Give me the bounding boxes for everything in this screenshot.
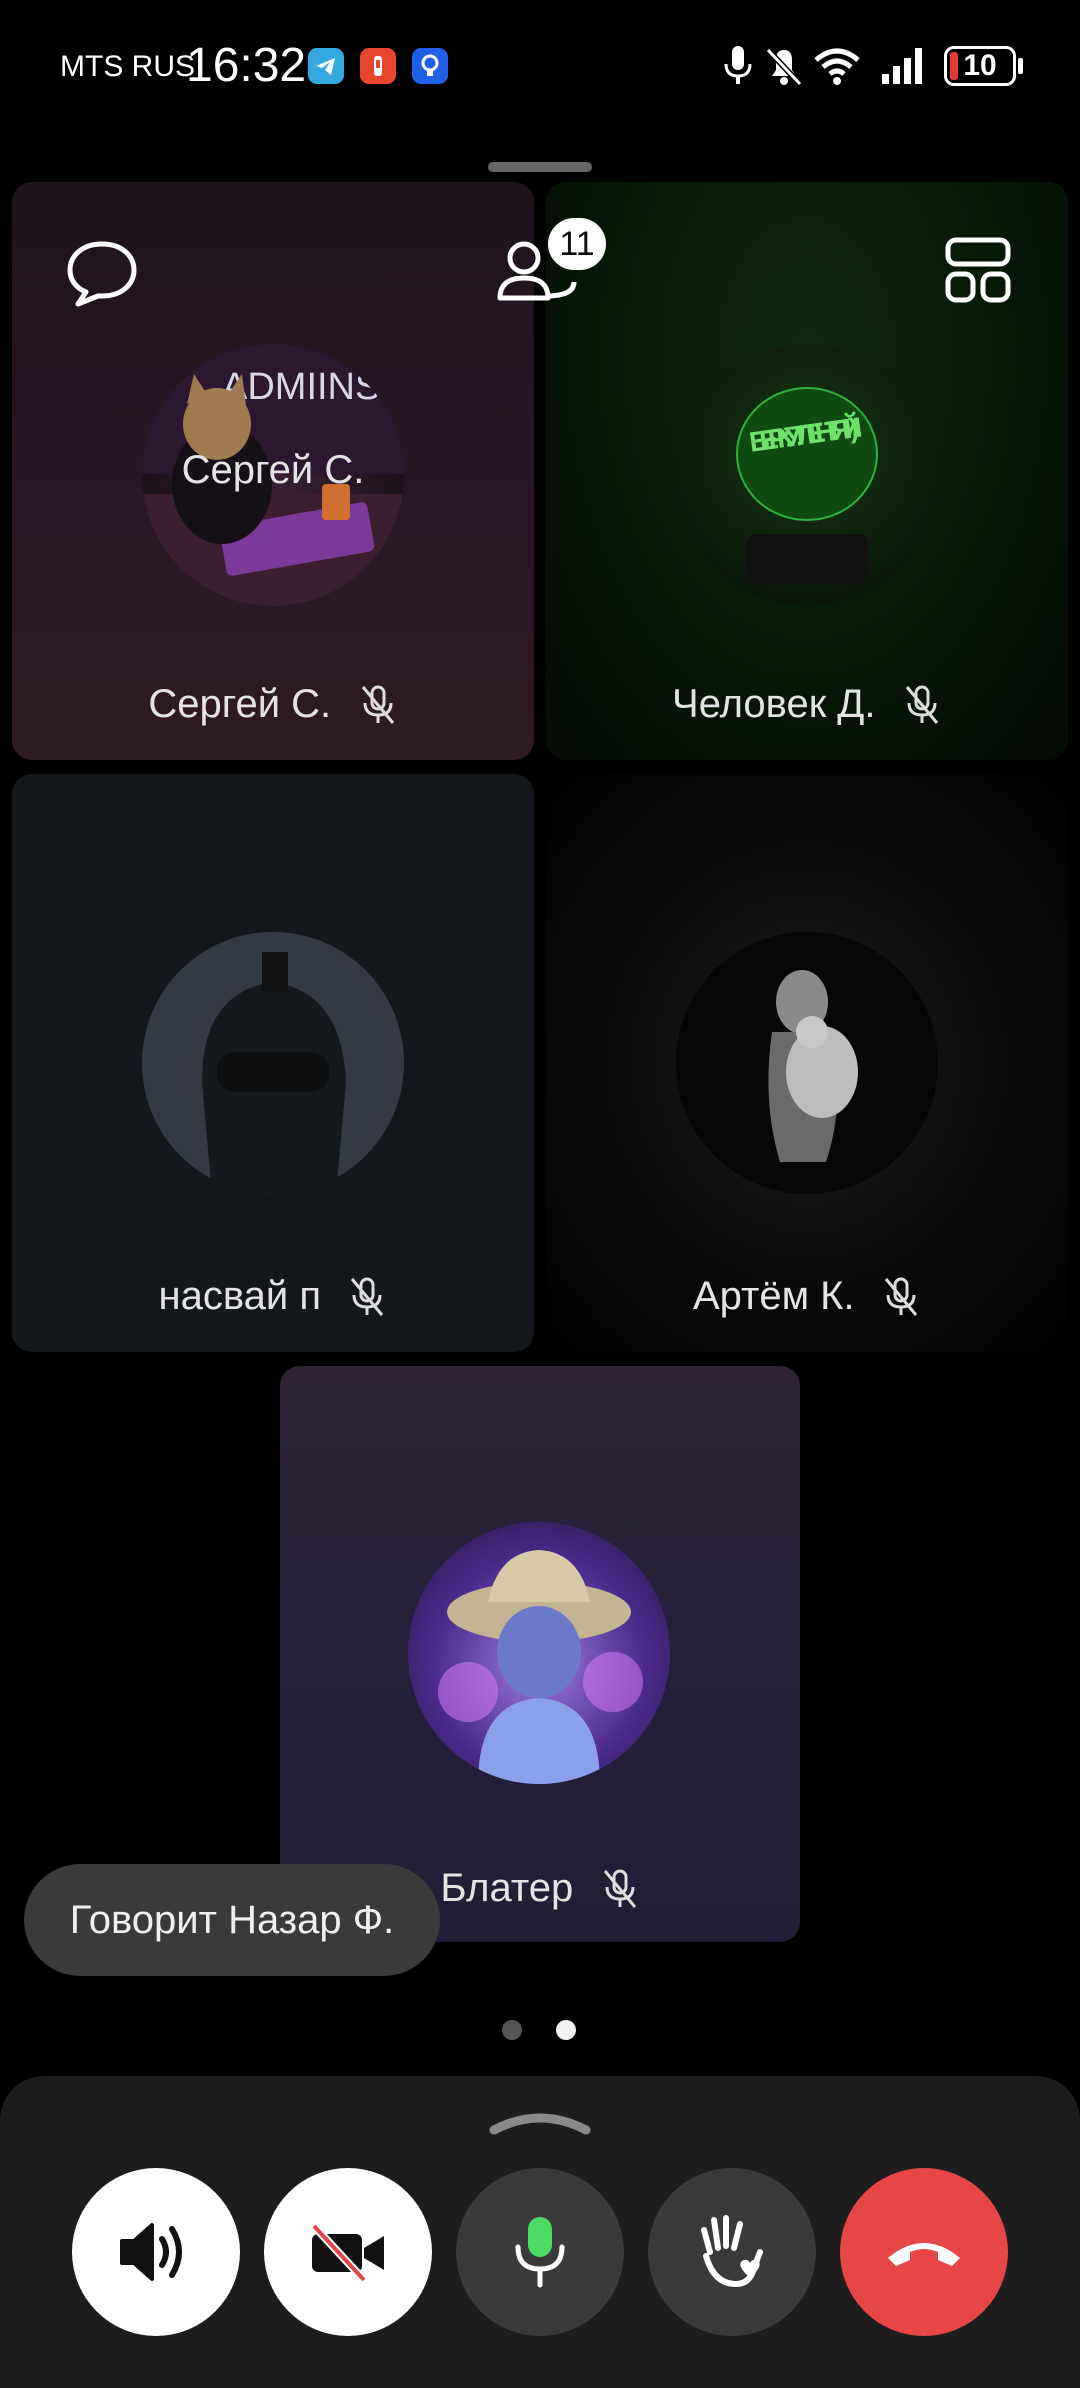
battery-tip: [1018, 58, 1023, 74]
participant-avatar: БЕРКУТ ЛЕНТЯЙ :): [676, 344, 938, 606]
grid-layout-icon[interactable]: [944, 236, 1012, 304]
mic-muted-icon: [351, 1277, 384, 1316]
participant-name: Сергей С.: [148, 682, 332, 726]
mic-muted-icon: [603, 1869, 636, 1908]
battery-level: 10: [963, 49, 997, 82]
bell-off-icon: [765, 47, 803, 87]
hand-heart-icon: [701, 2215, 763, 2287]
mic-muted-icon: [884, 1277, 918, 1316]
microphone-icon: [515, 2217, 565, 2288]
drag-handle[interactable]: [488, 162, 592, 172]
participant-tile[interactable]: [12, 774, 534, 1352]
status-bar: MTS RUS 16:32 10: [0, 0, 1080, 130]
microphone-button[interactable]: [456, 2168, 624, 2336]
speaking-indicator: Говорит Назар Ф.: [24, 1864, 440, 1976]
signal-icon: [882, 48, 922, 84]
chevron-up-icon[interactable]: [486, 2104, 594, 2136]
hang-up-icon: [888, 2243, 960, 2266]
page-dot[interactable]: [502, 2020, 522, 2040]
mic-muted-icon: [905, 685, 939, 724]
carrier-label: MTS RUS: [60, 50, 195, 83]
video-off-icon: [311, 2223, 384, 2283]
notification-app-icon: [360, 48, 396, 84]
participant-name-row: Сергей С.: [12, 446, 534, 493]
participant-name: Блатер: [440, 1866, 574, 1910]
participant-tile[interactable]: [280, 1366, 800, 1942]
battery-icon: 10: [944, 46, 1016, 86]
page-dot-active[interactable]: [556, 2020, 576, 2040]
participant-name: Сергей С.: [181, 447, 365, 492]
participant-name: насвай п: [158, 1274, 322, 1318]
participant-label: Сергей С.: [12, 682, 534, 727]
participant-avatar: [408, 1522, 670, 1784]
participant-name: Человек Д.: [672, 682, 876, 726]
wifi-icon: [814, 48, 860, 85]
bulb-app-icon: [412, 48, 448, 84]
speaker-button[interactable]: [72, 2168, 240, 2336]
participant-label: Человек Д.: [546, 682, 1068, 727]
mic-muted-icon: [361, 685, 394, 724]
chat-icon[interactable]: [64, 238, 140, 308]
telegram-icon: [308, 48, 344, 84]
participant-label: Артём К.: [546, 1274, 1068, 1319]
speaker-icon: [120, 2223, 182, 2281]
avatar-sign-text: ADMIINS: [222, 366, 380, 408]
raise-hand-button[interactable]: [648, 2168, 816, 2336]
mic-status-icon: [724, 46, 752, 84]
participant-avatar: [142, 932, 404, 1194]
participant-avatar: [676, 932, 938, 1194]
end-call-button[interactable]: [840, 2168, 1008, 2336]
camera-button[interactable]: [264, 2168, 432, 2336]
participants-count-badge: 11: [548, 218, 606, 270]
participant-name: Артём К.: [692, 1274, 855, 1318]
clock: 16:32: [186, 39, 307, 92]
participant-tile[interactable]: [546, 774, 1068, 1352]
participant-label: насвай п: [12, 1274, 534, 1319]
